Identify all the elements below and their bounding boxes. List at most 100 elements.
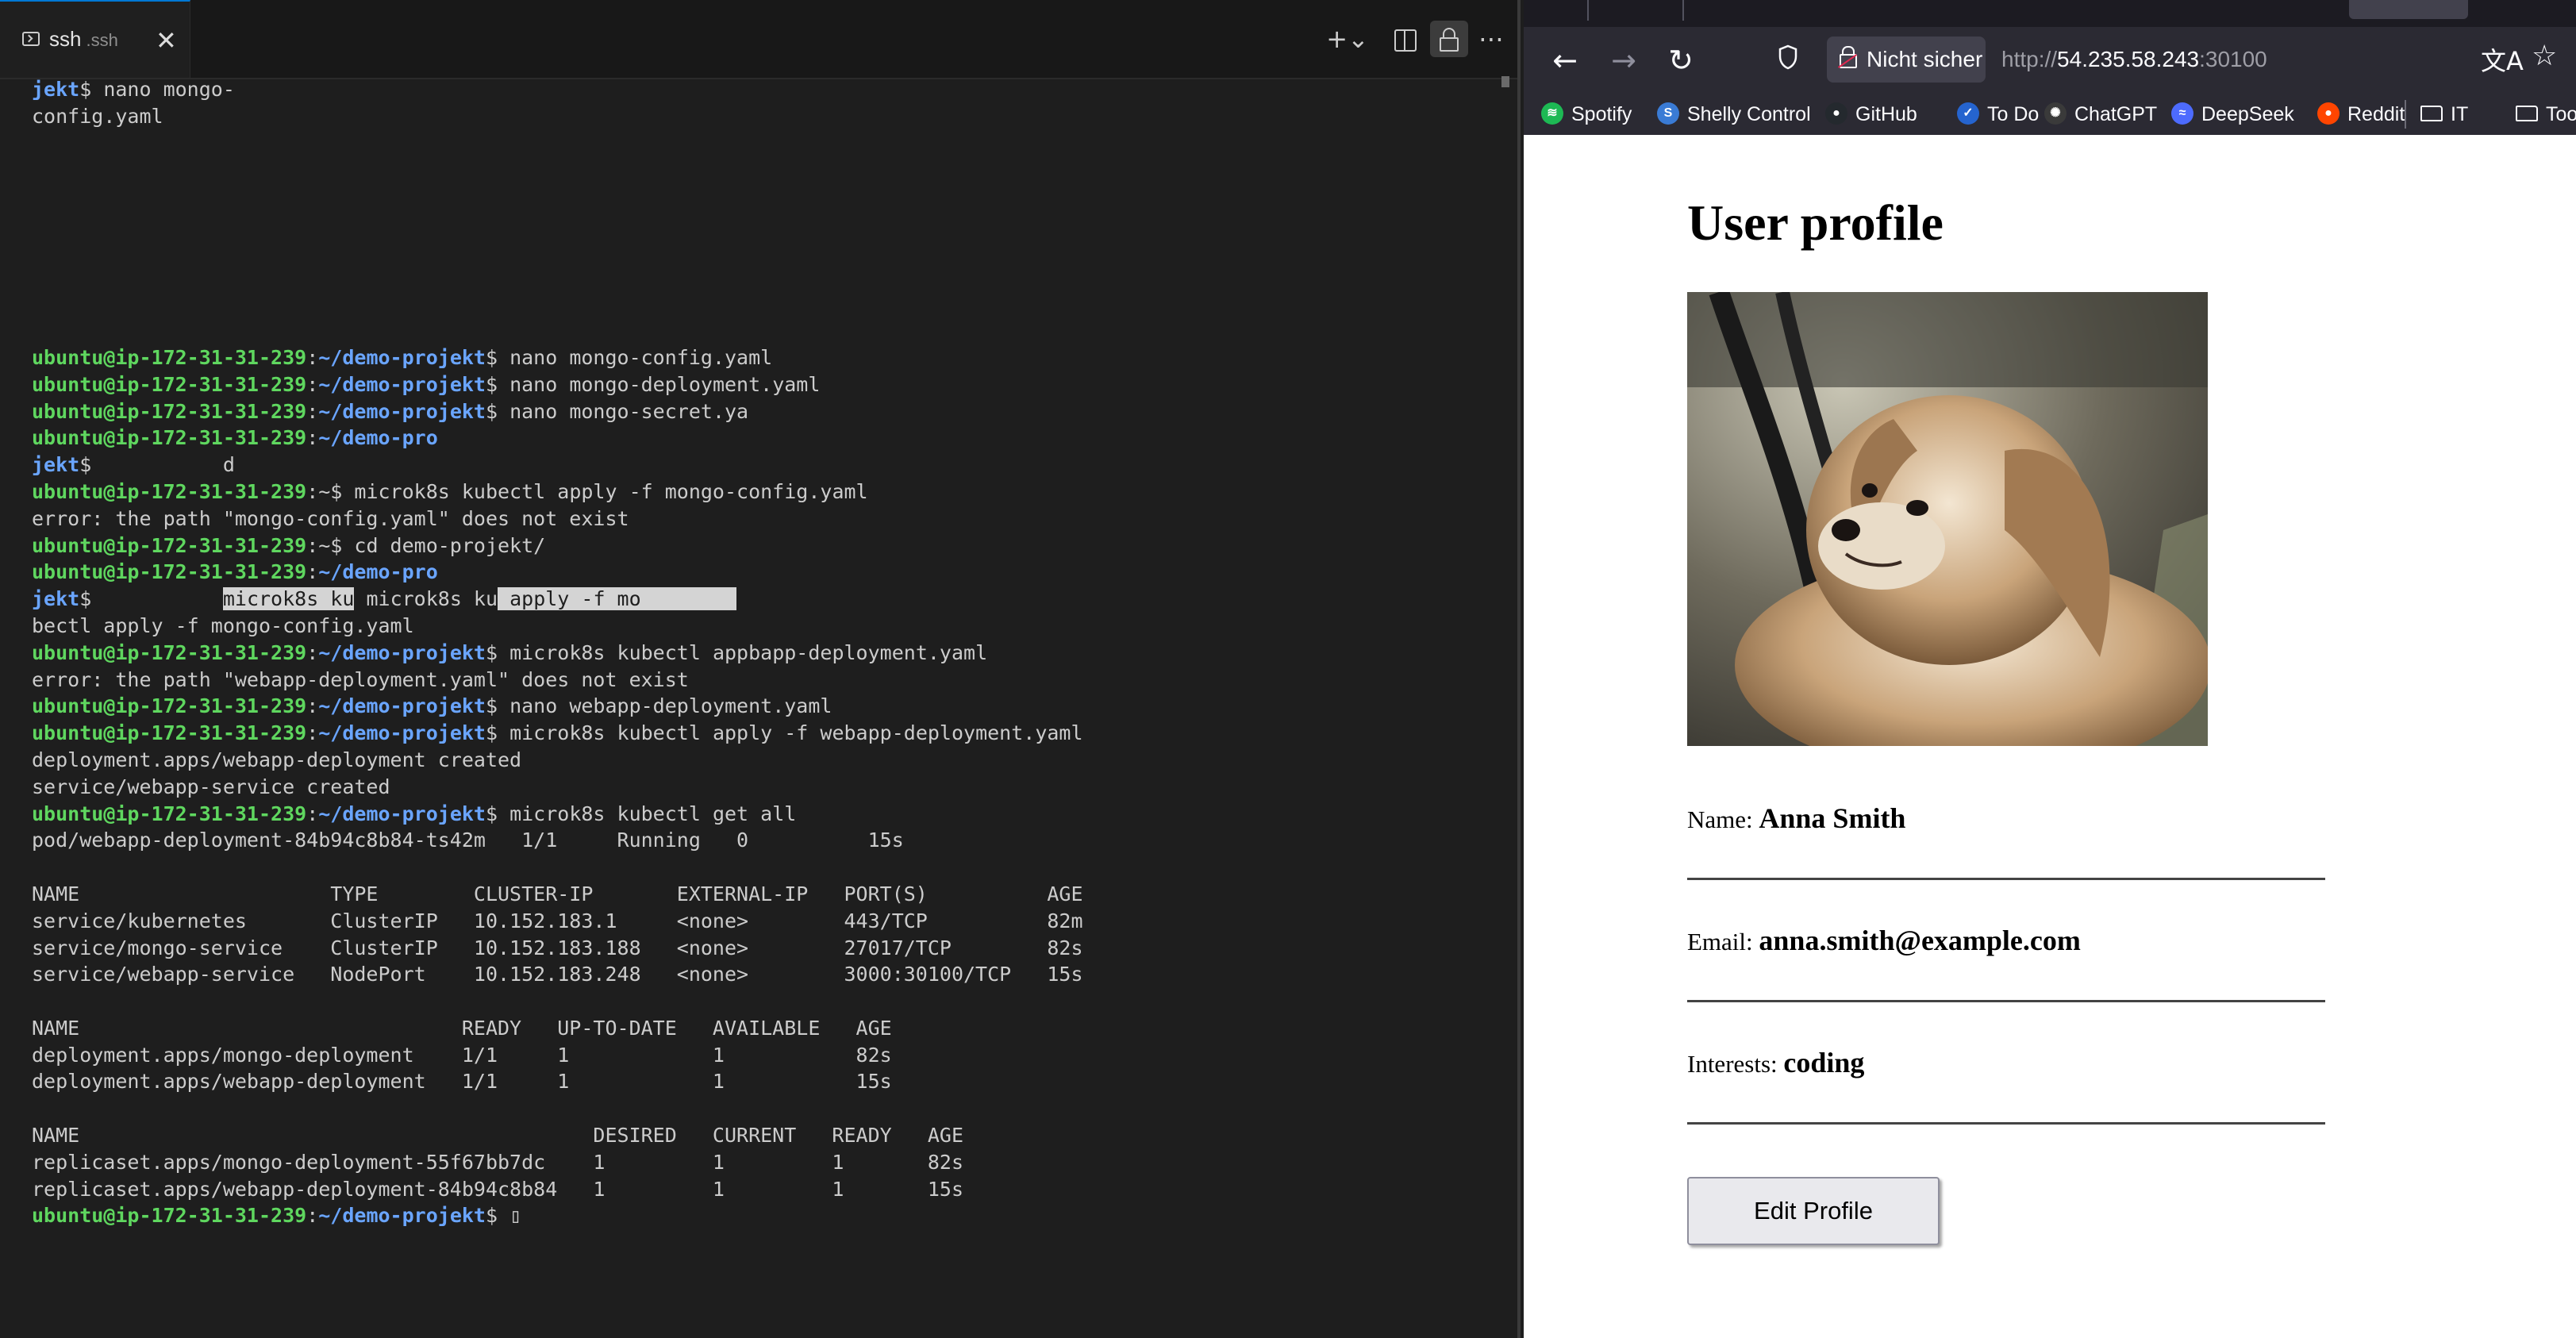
terminal-text: ubuntu@ip-172-31-31-239 — [32, 479, 307, 503]
terminal-line: ubuntu@ip-172-31-31-239:~/demo-projekt$ … — [32, 640, 1083, 667]
bookmark-label: ChatGPT — [2074, 103, 2158, 125]
terminal-text: : — [306, 399, 319, 423]
bookmark-chatgpt[interactable]: ✺ ChatGPT — [2044, 102, 2157, 127]
security-indicator[interactable]: Nicht sicher — [1827, 37, 1986, 83]
page-content: User profile Name: Anna Smith Email: ann… — [1524, 135, 2576, 1338]
terminal-text: : — [306, 640, 319, 664]
terminal-text: ubuntu@ip-172-31-31-239 — [32, 802, 307, 825]
terminal-text: ~/demo-projekt — [318, 345, 486, 369]
terminal-text: $ nano mongo-secret.ya — [485, 399, 749, 423]
reload-icon[interactable]: ↻ — [1660, 40, 1701, 81]
terminal-text: ~/demo-projekt — [318, 372, 486, 396]
bookmark-shelly-control[interactable]: S Shelly Control — [1657, 102, 1811, 127]
tab-strip — [1524, 0, 2576, 27]
terminal-text: ~/demo-projekt — [318, 721, 486, 745]
terminal-text: ubuntu@ip-172-31-31-239 — [32, 345, 307, 369]
terminal-text: ubuntu@ip-172-31-31-239 — [32, 1204, 307, 1228]
terminal-text: ~/demo-projekt — [318, 802, 486, 825]
bookmark-label: GitHub — [1855, 103, 1917, 125]
bookmark-it[interactable]: IT — [2420, 102, 2468, 127]
terminal-line: bectl apply -f mongo-config.yaml — [32, 613, 1083, 640]
name-field: Name: Anna Smith — [1687, 802, 2325, 880]
terminal-text: deployment.apps/webapp-deployment create… — [32, 748, 522, 771]
terminal-text: ~/demo-pro — [318, 560, 438, 584]
terminal-text: : — [306, 426, 319, 450]
terminal-text: : — [306, 694, 319, 718]
terminal-text: bectl apply -f mongo-config.yaml — [32, 613, 414, 637]
terminal-text: deployment.apps/webapp-deployment 1/1 1 … — [32, 1070, 892, 1094]
terminal-text: $ nano webapp-deployment.yaml — [485, 694, 832, 718]
terminal-text: service/kubernetes ClusterIP 10.152.183.… — [32, 909, 1083, 932]
bookmark-to-do[interactable]: ✓ To Do — [1957, 102, 2039, 127]
lock-scroll-button[interactable] — [1430, 21, 1468, 57]
bookmark-star-icon[interactable]: ☆ — [2532, 40, 2557, 72]
terminal-line: NAME DESIRED CURRENT READY AGE — [32, 1122, 1083, 1149]
terminal-line: jekt$ nano mongo- — [32, 76, 1083, 103]
terminal-tab[interactable]: ssh .ssh ✕ — [0, 0, 190, 78]
terminal-text: $ d — [79, 453, 235, 477]
terminal-line: replicaset.apps/webapp-deployment-84b94c… — [32, 1176, 1083, 1203]
terminal-text: ubuntu@ip-172-31-31-239 — [32, 560, 307, 584]
new-terminal-button[interactable]: +⌄ — [1322, 21, 1373, 57]
tab-title: ssh .ssh — [49, 27, 118, 51]
terminal-text: replicaset.apps/mongo-deployment-55f67bb… — [32, 1150, 963, 1174]
terminal-panel: ssh .ssh ✕ +⌄ ⋯ jekt$ nano mongo-config.y… — [0, 0, 1521, 1338]
browser-tab-active[interactable] — [2349, 0, 2468, 19]
split-terminal-button[interactable] — [1387, 21, 1424, 57]
terminal-line: config.yaml — [32, 103, 1083, 130]
terminal-text: $ nano mongo-config.yaml — [485, 345, 773, 369]
terminal-text: ~/demo-pro — [318, 426, 438, 450]
terminal-text: :~$ microk8s kubectl apply -f mongo-conf… — [306, 479, 868, 503]
terminal-line: ubuntu@ip-172-31-31-239:~/demo-projekt$ … — [32, 720, 1083, 747]
shelly-icon: S — [1657, 102, 1679, 125]
more-actions-button[interactable]: ⋯ — [1473, 21, 1509, 57]
terminal-icon — [22, 32, 40, 46]
terminal-line: error: the path "webapp-deployment.yaml"… — [32, 667, 1083, 694]
shield-icon[interactable] — [1778, 44, 1798, 70]
translate-icon[interactable]: 文A — [2481, 41, 2524, 78]
chatgpt-icon: ✺ — [2044, 102, 2067, 125]
terminal-line: service/webapp-service NodePort 10.152.1… — [32, 961, 1083, 988]
url-field[interactable]: http://54.235.58.243:30100 — [2001, 37, 2267, 83]
bookmark-github[interactable]: ● GitHub — [1825, 102, 1917, 127]
terminal-line: NAME READY UP-TO-DATE AVAILABLE AGE — [32, 1015, 1083, 1042]
forward-arrow-icon[interactable]: → — [1603, 40, 1644, 81]
terminal-line: deployment.apps/mongo-deployment 1/1 1 1… — [32, 1042, 1083, 1069]
todo-icon: ✓ — [1957, 102, 1979, 125]
terminal-text: deployment.apps/mongo-deployment 1/1 1 1… — [32, 1043, 892, 1067]
terminal-text: : — [306, 560, 319, 584]
back-arrow-icon[interactable]: ← — [1544, 40, 1586, 81]
terminal-text: ubuntu@ip-172-31-31-239 — [32, 721, 307, 745]
page-title: User profile — [1687, 194, 1944, 251]
terminal-text: ~/demo-projekt — [318, 694, 486, 718]
terminal-line: ubuntu@ip-172-31-31-239:~/demo-projekt$ … — [32, 1202, 1083, 1229]
bookmark-deepseek[interactable]: ≈ DeepSeek — [2171, 102, 2294, 127]
terminal-line: jekt$ d — [32, 452, 1083, 479]
bookmark-label: DeepSeek — [2201, 103, 2294, 125]
bookmark-spotify[interactable]: ≋ Spotify — [1541, 102, 1632, 127]
deepseek-icon: ≈ — [2171, 102, 2193, 125]
terminal-line: pod/webapp-deployment-84b94c8b84-ts42m 1… — [32, 827, 1083, 854]
terminal-scrollbar[interactable] — [1501, 76, 1509, 87]
interests-row: Interests: coding — [1687, 1046, 1864, 1079]
insecure-lock-icon — [1840, 45, 1857, 68]
terminal-line: replicaset.apps/mongo-deployment-55f67bb… — [32, 1149, 1083, 1176]
edit-profile-button[interactable]: Edit Profile — [1687, 1177, 1940, 1245]
split-icon — [1394, 29, 1417, 52]
terminal-text: error: the path "mongo-config.yaml" does… — [32, 506, 629, 530]
terminal-text: $ nano mongo- — [79, 78, 235, 101]
terminal-text: ~/demo-projekt — [318, 399, 486, 423]
terminal-line: error: the path "mongo-config.yaml" does… — [32, 506, 1083, 533]
bookmark-reddit[interactable]: ● Reddit — [2317, 102, 2405, 127]
terminal-text: ubuntu@ip-172-31-31-239 — [32, 372, 307, 396]
terminal-tab-bar: ssh .ssh ✕ +⌄ ⋯ — [0, 0, 1517, 79]
close-tab-icon[interactable]: ✕ — [156, 25, 177, 56]
bookmark-tools[interactable]: Tools — [2516, 102, 2576, 127]
terminal-output[interactable]: jekt$ nano mongo-config.yaml ubuntu@ip-17… — [32, 76, 1083, 1229]
terminal-text: jekt — [32, 587, 80, 611]
